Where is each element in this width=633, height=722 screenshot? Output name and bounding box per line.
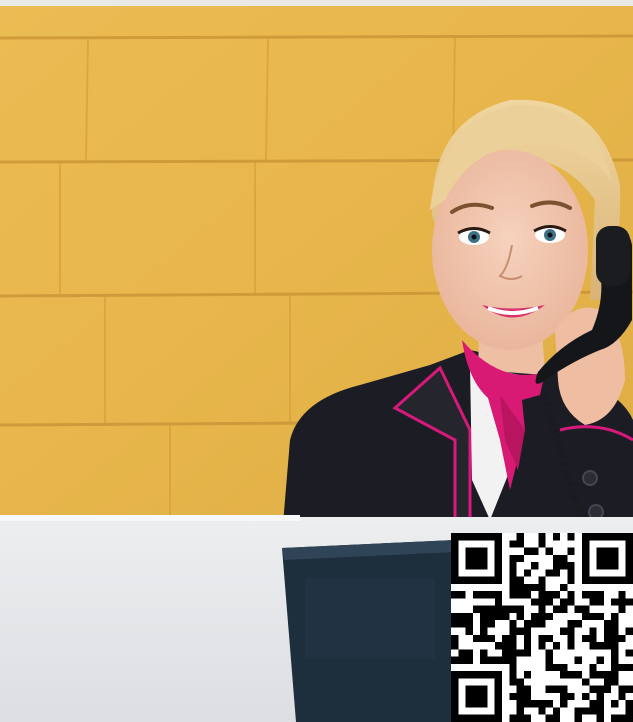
qr-code-icon <box>451 533 633 722</box>
photo-frame <box>0 0 633 722</box>
computer-monitor <box>282 540 458 722</box>
